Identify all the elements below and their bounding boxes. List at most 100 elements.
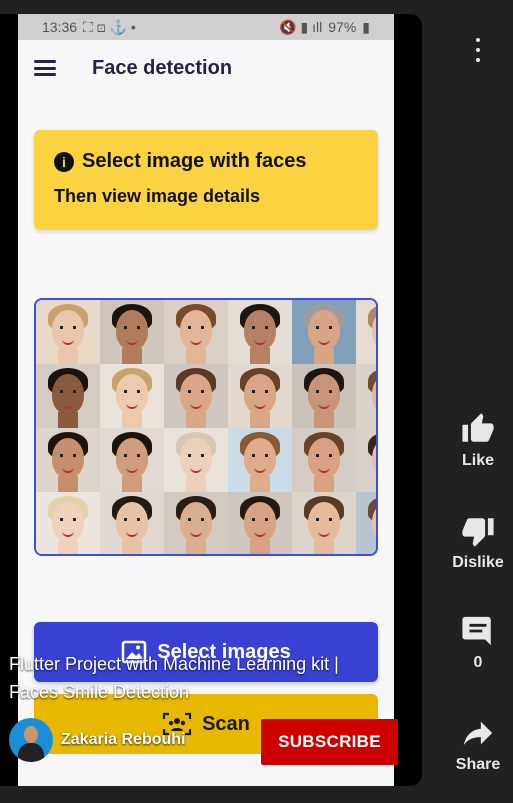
share-button[interactable]: Share	[443, 716, 513, 774]
channel-name[interactable]: Zakaria Rebouhi	[61, 731, 185, 749]
menu-icon[interactable]	[34, 60, 56, 76]
face-thumbnail	[36, 364, 100, 428]
comments-count: 0	[473, 654, 483, 671]
video-title-line2: Faces Smile Detection	[9, 682, 190, 702]
face-eyes	[60, 390, 76, 393]
face-eyes	[252, 390, 268, 393]
face-thumbnail	[228, 364, 292, 428]
comments-button[interactable]: 0	[443, 614, 513, 672]
avatar-head	[24, 726, 38, 743]
face-neck	[186, 348, 206, 364]
face-eyes	[252, 454, 268, 457]
face-thumbnail	[292, 428, 356, 492]
face-neck	[122, 540, 142, 554]
face-eyes	[124, 326, 140, 329]
share-label: Share	[455, 756, 501, 773]
face-thumbnail	[228, 428, 292, 492]
avatar-body	[18, 743, 44, 762]
face-thumbnail	[164, 492, 228, 554]
face-eyes	[124, 390, 140, 393]
face-neck	[186, 476, 206, 492]
face-thumbnail	[356, 428, 376, 492]
face-eyes	[60, 454, 76, 457]
face-thumbnail	[100, 364, 164, 428]
face-eyes	[188, 518, 204, 521]
face-eyes	[316, 390, 332, 393]
face-thumbnail	[100, 300, 164, 364]
face-neck	[58, 540, 78, 554]
face-neck	[186, 412, 206, 428]
channel-info[interactable]: Zakaria Rebouhi	[9, 718, 185, 762]
face-thumbnail	[228, 300, 292, 364]
subscribe-button[interactable]: SUBSCRIBE	[261, 719, 398, 765]
face-eyes	[60, 326, 76, 329]
face-thumbnail	[292, 492, 356, 554]
face-thumbnail	[292, 364, 356, 428]
faces-image-grid[interactable]	[34, 298, 378, 556]
face-eyes	[316, 454, 332, 457]
battery-level: 97%	[328, 19, 357, 35]
face-neck	[58, 412, 78, 428]
share-arrow-icon	[463, 721, 493, 746]
more-options-icon[interactable]	[470, 38, 486, 62]
thumbs-down-icon	[462, 518, 494, 547]
signal-icons: 🔇 ▮ ıll	[279, 18, 323, 35]
dislike-label: Dislike	[452, 554, 504, 571]
info-card: i Select image with faces Then view imag…	[34, 130, 378, 230]
face-thumbnail	[356, 364, 376, 428]
info-card-line2: Then view image details	[54, 186, 261, 206]
face-eyes	[124, 518, 140, 521]
face-neck	[314, 476, 334, 492]
face-thumbnail	[36, 428, 100, 492]
video-title[interactable]: Flutter Project with Machine Learning ki…	[9, 650, 409, 706]
face-neck	[186, 540, 206, 554]
battery-icon: ▮	[362, 18, 370, 35]
face-thumbnail	[164, 428, 228, 492]
face-neck	[250, 348, 270, 364]
face-eyes	[188, 454, 204, 457]
scan-label: Scan	[202, 712, 250, 735]
video-title-line1: Flutter Project with Machine Learning ki…	[9, 654, 339, 674]
face-neck	[122, 476, 142, 492]
info-card-line1: Select image with faces	[82, 150, 307, 172]
face-eyes	[188, 390, 204, 393]
status-bar: 13:36 ⛶ ⊡ ⚓ • 🔇 ▮ ıll 97% ▮	[18, 14, 394, 40]
comment-icon	[462, 616, 491, 646]
channel-avatar[interactable]	[9, 718, 53, 762]
like-button[interactable]: Like	[443, 412, 513, 470]
face-eyes	[124, 454, 140, 457]
like-label: Like	[461, 452, 494, 469]
status-time: 13:36	[42, 19, 78, 35]
face-thumbnail	[164, 364, 228, 428]
face-neck	[250, 540, 270, 554]
status-right: 🔇 ▮ ıll 97% ▮	[279, 19, 370, 36]
face-thumbnail	[164, 300, 228, 364]
app-title: Face detection	[92, 56, 233, 79]
face-thumbnail	[36, 300, 100, 364]
info-icon: i	[54, 151, 74, 172]
face-neck	[58, 476, 78, 492]
face-neck	[250, 412, 270, 428]
face-neck	[122, 412, 142, 428]
face-thumbnail	[36, 492, 100, 554]
app-bar: Face detection	[18, 40, 394, 96]
thumbs-up-icon	[462, 413, 494, 442]
face-eyes	[252, 326, 268, 329]
status-left: 13:36 ⛶ ⊡ ⚓ •	[42, 19, 136, 36]
face-eyes	[188, 326, 204, 329]
face-neck	[58, 348, 78, 364]
face-eyes	[316, 326, 332, 329]
face-eyes	[316, 518, 332, 521]
face-thumbnail	[356, 492, 376, 554]
face-neck	[314, 540, 334, 554]
face-thumbnail	[292, 300, 356, 364]
face-neck	[314, 348, 334, 364]
face-thumbnail	[100, 428, 164, 492]
face-neck	[314, 412, 334, 428]
dislike-button[interactable]: Dislike	[443, 514, 513, 572]
notification-icons: ⛶ ⊡ ⚓ •	[83, 18, 136, 35]
face-neck	[122, 348, 142, 364]
face-neck	[250, 476, 270, 492]
face-thumbnail	[356, 300, 376, 364]
face-thumbnail	[228, 492, 292, 554]
